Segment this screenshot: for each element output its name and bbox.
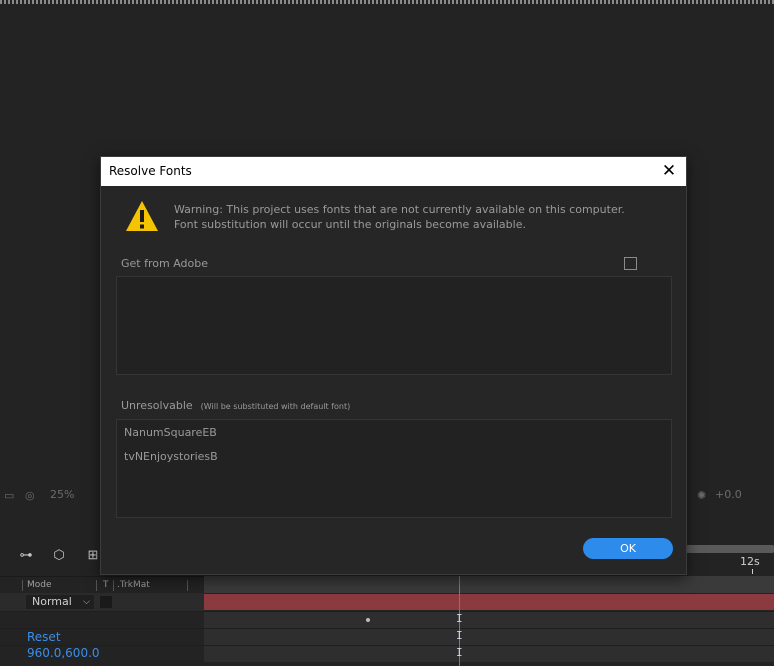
property-row bbox=[0, 628, 774, 645]
position-value[interactable]: 960.0,600.0 bbox=[27, 646, 100, 660]
warning-triangle-icon bbox=[126, 201, 158, 231]
column-separator bbox=[22, 580, 23, 591]
close-icon[interactable]: ✕ bbox=[658, 160, 680, 182]
column-trkmat: .TrkMat bbox=[117, 580, 150, 590]
work-area-bar[interactable] bbox=[204, 576, 774, 593]
app-window: ▭ ◎ 25% ✺ +0.0 ⊶ ⬡ ⊞ 12s Mode T .TrkMat … bbox=[0, 0, 774, 666]
top-ruler bbox=[0, 0, 774, 4]
unresolvable-label: Unresolvable (Will be substituted with de… bbox=[121, 399, 350, 412]
zoom-level[interactable]: 25% bbox=[50, 488, 74, 501]
layer-row[interactable]: Normal ⌵ bbox=[0, 593, 204, 611]
unresolvable-note: (Will be substituted with default font) bbox=[200, 402, 351, 411]
blend-mode-value: Normal bbox=[32, 595, 72, 608]
unresolvable-fonts-list[interactable]: NanumSquareEB tvNEnjoystoriesB bbox=[116, 419, 672, 518]
dialog-titlebar[interactable]: Resolve Fonts ✕ bbox=[101, 157, 686, 186]
playhead-marker: I bbox=[456, 629, 463, 642]
exposure-value[interactable]: +0.0 bbox=[715, 488, 742, 501]
get-from-adobe-checkbox[interactable] bbox=[624, 257, 637, 270]
column-t: T bbox=[103, 580, 109, 590]
property-row-track bbox=[204, 646, 774, 662]
column-separator bbox=[187, 580, 188, 591]
reset-link[interactable]: Reset bbox=[27, 630, 61, 644]
property-row-left bbox=[0, 612, 204, 628]
layer-duration-bar[interactable] bbox=[204, 594, 774, 610]
time-navigator[interactable] bbox=[686, 545, 774, 553]
timeline-column-header: Mode T .TrkMat bbox=[0, 576, 204, 593]
property-row-track bbox=[204, 629, 774, 645]
list-item[interactable]: NanumSquareEB bbox=[124, 426, 217, 439]
time-ruler-label: 12s bbox=[740, 555, 760, 568]
column-separator bbox=[96, 580, 97, 591]
column-separator bbox=[113, 580, 114, 591]
blend-mode-select[interactable]: Normal ⌵ bbox=[26, 595, 94, 609]
time-ruler-tick bbox=[752, 569, 753, 574]
exposure-icon[interactable]: ✺ bbox=[697, 489, 706, 502]
ok-button[interactable]: OK bbox=[583, 538, 673, 559]
trkmat-select[interactable] bbox=[100, 596, 112, 608]
3d-cube-icon[interactable]: ⬡ bbox=[50, 547, 68, 563]
chevron-down-icon: ⌵ bbox=[83, 597, 90, 607]
get-from-adobe-label: Get from Adobe bbox=[121, 257, 208, 270]
playhead-marker: I bbox=[456, 612, 463, 625]
playhead-marker: I bbox=[456, 646, 463, 659]
unresolvable-heading: Unresolvable bbox=[121, 399, 193, 412]
property-row-track bbox=[204, 612, 774, 628]
list-item[interactable]: tvNEnjoystoriesB bbox=[124, 450, 218, 463]
warning-message: Warning: This project uses fonts that ar… bbox=[174, 203, 625, 231]
property-row bbox=[0, 611, 774, 628]
hierarchy-icon[interactable]: ⊶ bbox=[17, 547, 35, 563]
keyframe-dot[interactable] bbox=[366, 618, 370, 622]
property-row bbox=[0, 645, 774, 662]
resolve-fonts-dialog: Resolve Fonts ✕ Warning: This project us… bbox=[100, 156, 687, 575]
adobe-fonts-list[interactable] bbox=[116, 276, 672, 375]
monitor-icon[interactable]: ▭ bbox=[4, 489, 14, 502]
dialog-title: Resolve Fonts bbox=[109, 164, 192, 178]
column-mode: Mode bbox=[27, 580, 52, 590]
mask-icon[interactable]: ◎ bbox=[25, 489, 35, 502]
